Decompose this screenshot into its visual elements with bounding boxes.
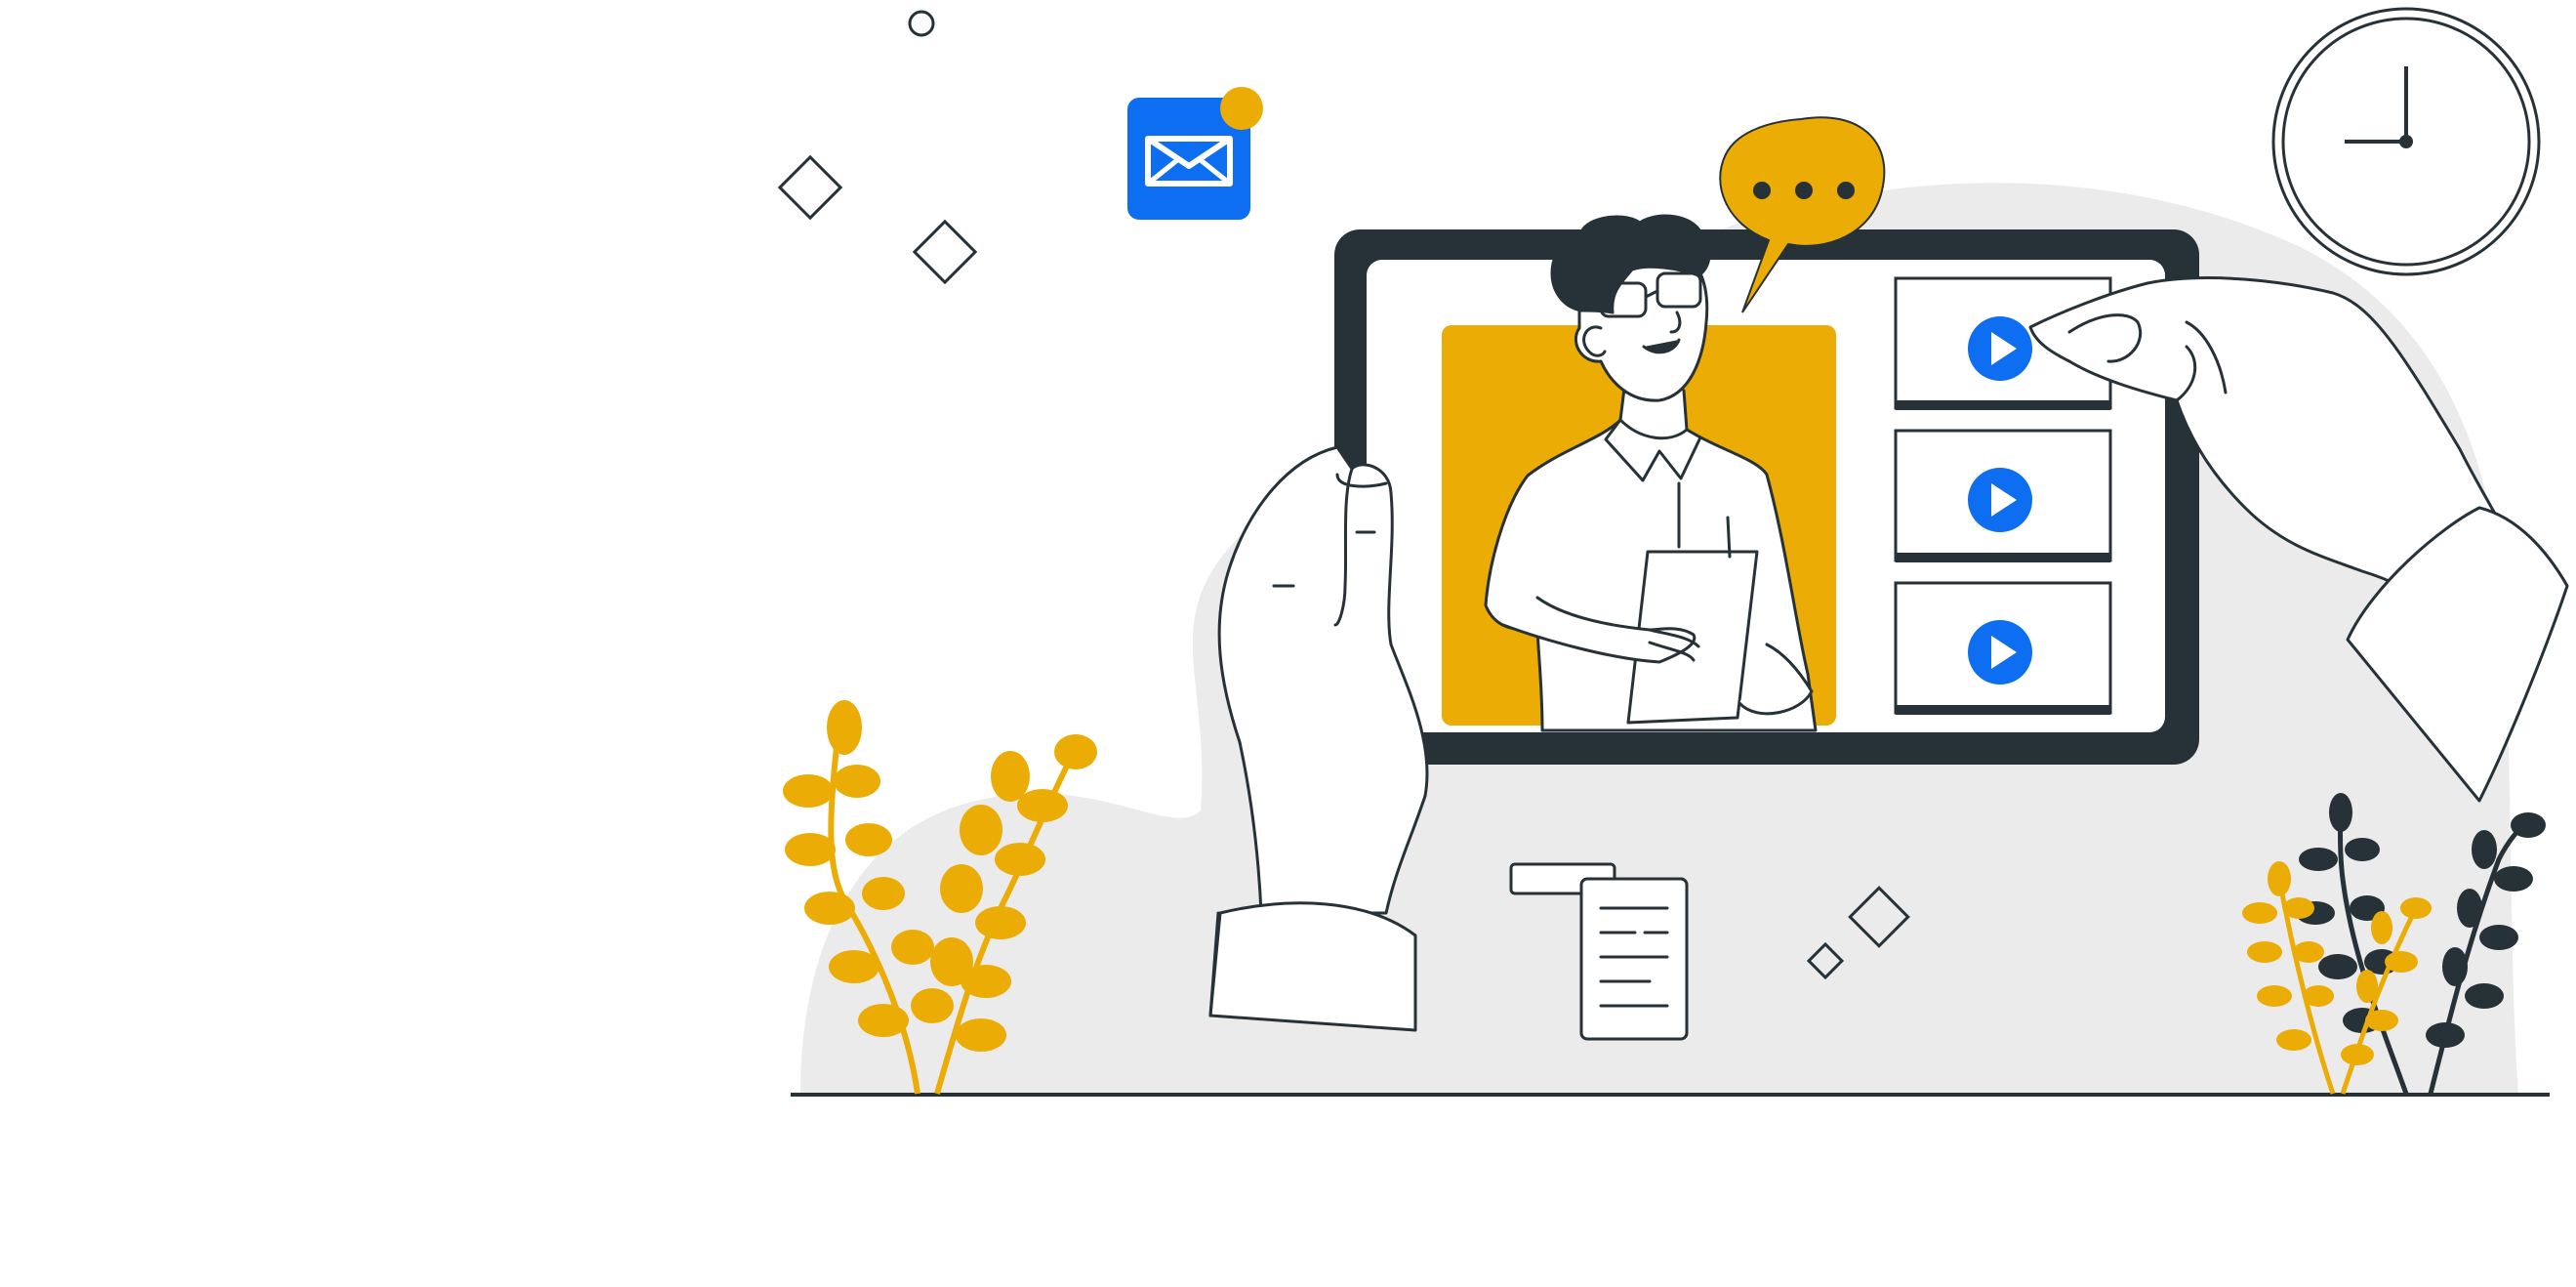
small-circle-decoration bbox=[908, 10, 935, 37]
clock-icon bbox=[2271, 7, 2541, 276]
chat-dot bbox=[1795, 182, 1813, 199]
video-thumbnail-3[interactable] bbox=[1894, 581, 2112, 715]
video-thumbnail-2[interactable] bbox=[1894, 429, 2112, 562]
diamond-icon bbox=[777, 154, 843, 221]
notification-dot-icon bbox=[1220, 87, 1263, 130]
online-video-lesson-illustration bbox=[777, 7, 2569, 1097]
chat-dot bbox=[1753, 182, 1771, 199]
email-notification[interactable] bbox=[1127, 87, 1263, 220]
chat-dot bbox=[1837, 182, 1855, 199]
diamond-icon bbox=[912, 219, 978, 285]
